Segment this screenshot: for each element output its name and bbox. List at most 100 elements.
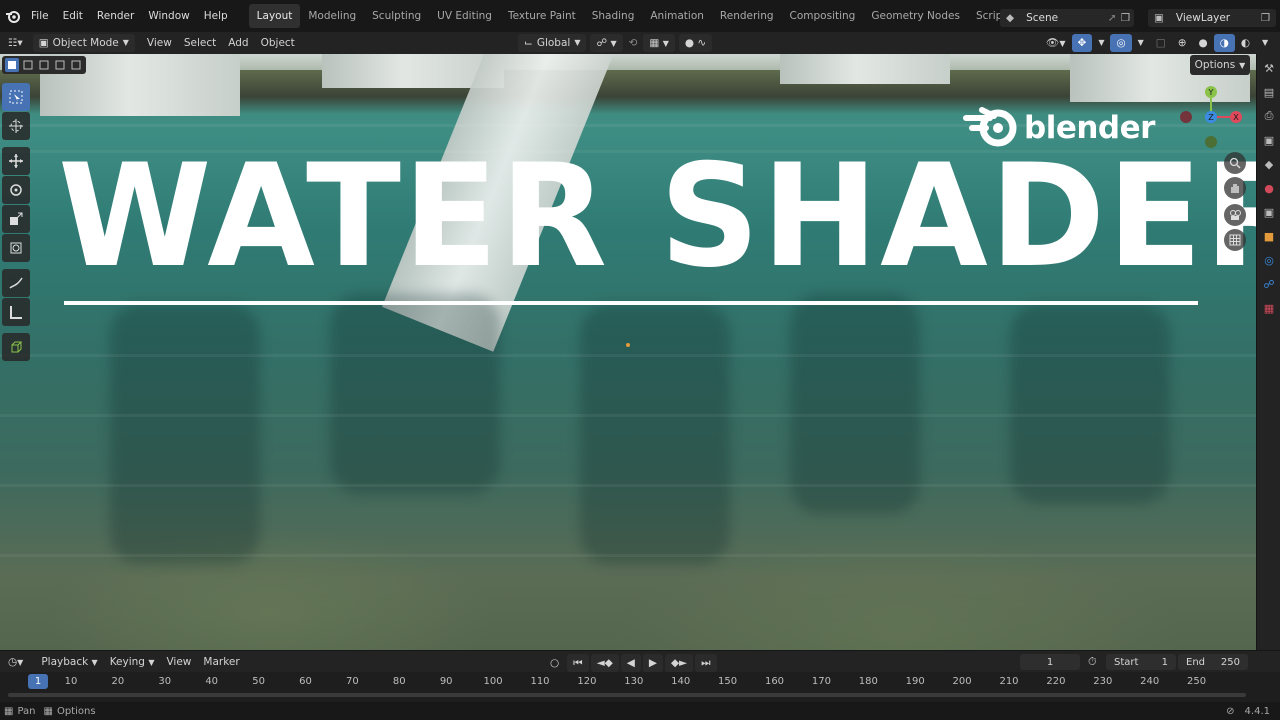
view-layer-selector[interactable]: ▣ ViewLayer ❐ <box>1148 9 1276 27</box>
new-scene-icon[interactable]: ❐ <box>1121 12 1130 24</box>
tab-shading[interactable]: Shading <box>584 4 643 28</box>
timeline-tick-label: 70 <box>346 676 359 687</box>
solid-shading-icon[interactable]: ● <box>1193 34 1214 52</box>
view-layer-icon: ▣ <box>1154 12 1164 24</box>
tab-sculpting[interactable]: Sculpting <box>364 4 429 28</box>
perspective-grid-icon[interactable] <box>1224 229 1246 251</box>
measure-icon[interactable] <box>2 298 30 326</box>
wireframe-shading-icon[interactable]: ⊕ <box>1172 34 1193 52</box>
visibility-icon[interactable]: 👁▼ <box>1040 34 1072 52</box>
select-extend-icon[interactable] <box>21 58 35 72</box>
end-value: 250 <box>1220 656 1240 668</box>
tool-props-icon[interactable]: ⚒ <box>1259 58 1279 78</box>
pivot-dropdown[interactable]: ☍ ▼ <box>590 34 623 52</box>
transform-icon[interactable] <box>2 234 30 262</box>
stopwatch-icon[interactable]: ⏱ <box>1088 655 1097 669</box>
scene-props-icon[interactable]: ◆ <box>1259 154 1279 174</box>
jump-start-icon[interactable]: ⏮ <box>567 654 589 672</box>
tab-animation[interactable]: Animation <box>642 4 712 28</box>
collection-props-icon[interactable]: ▣ <box>1259 202 1279 222</box>
add-cube-icon[interactable] <box>2 333 30 361</box>
constraint-props-icon[interactable]: ☍ <box>1259 274 1279 294</box>
menu-help[interactable]: Help <box>197 0 235 32</box>
output-props-icon[interactable]: ⎙ <box>1259 106 1279 126</box>
menu-render[interactable]: Render <box>90 0 141 32</box>
menu-file[interactable]: File <box>24 0 56 32</box>
tab-uv-editing[interactable]: UV Editing <box>429 4 500 28</box>
tab-geometry-nodes[interactable]: Geometry Nodes <box>863 4 968 28</box>
select-invert-icon[interactable] <box>53 58 67 72</box>
render-props-icon[interactable]: ▤ <box>1259 82 1279 102</box>
auto-key-icon[interactable]: ○ <box>544 654 565 672</box>
playhead[interactable]: 1 <box>28 674 48 689</box>
camera-view-icon[interactable] <box>1224 204 1246 226</box>
keying-menu[interactable]: Keying ▼ <box>104 653 161 671</box>
menu-window[interactable]: Window <box>141 0 196 32</box>
playback-menu[interactable]: Playback ▼ <box>35 653 103 671</box>
water-ripple <box>0 554 1256 557</box>
jump-keyframe-back-icon[interactable]: ◄◆ <box>590 654 619 672</box>
select-new-icon[interactable] <box>5 58 19 72</box>
mode-dropdown[interactable]: ▣ Object Mode ▼ <box>32 34 135 52</box>
timeline-editor-icon[interactable]: ◷▼ <box>2 653 29 671</box>
scene-selector[interactable]: ◆ Scene ➚ ❐ <box>1000 9 1134 27</box>
pin-icon[interactable]: ➚ <box>1108 12 1117 24</box>
play-icon[interactable]: ▶ <box>642 654 663 672</box>
editor-type-icon[interactable]: ☷▾ <box>2 34 29 52</box>
rendered-shading-icon[interactable]: ◐ <box>1235 34 1256 52</box>
object-props-icon[interactable]: ■ <box>1259 226 1279 246</box>
menu-edit[interactable]: Edit <box>56 0 90 32</box>
pan-hand-icon[interactable] <box>1224 177 1246 199</box>
gizmo-toggle-icon[interactable]: ✥ <box>1071 34 1093 52</box>
timeline-ruler[interactable]: 10 20 30 40 50 60 70 80 90 100 110 120 130 140 150 160 1… <box>0 672 1280 702</box>
view-layer-props-icon[interactable]: ▣ <box>1259 130 1279 150</box>
select-menu[interactable]: Select <box>178 34 222 52</box>
zoom-icon[interactable] <box>1224 152 1246 174</box>
3d-viewport[interactable]: WATER SHADER blender Y X Z <box>0 54 1256 650</box>
jump-keyframe-forward-icon[interactable]: ◆► <box>664 654 694 672</box>
blender-logo-icon[interactable] <box>2 5 24 27</box>
tab-rendering[interactable]: Rendering <box>712 4 782 28</box>
new-view-layer-icon[interactable]: ❐ <box>1261 12 1270 24</box>
overlay-toggle-icon[interactable]: ◎ <box>1110 34 1132 52</box>
snap-target-dropdown[interactable]: ▦ ▼ <box>643 34 675 52</box>
view-menu[interactable]: View <box>141 34 178 52</box>
jump-end-icon[interactable]: ⏭ <box>695 654 717 672</box>
xray-icon[interactable]: □ <box>1150 34 1172 52</box>
annotate-icon[interactable] <box>2 269 30 297</box>
current-frame-field[interactable]: 1 <box>1020 654 1080 670</box>
overlay-dropdown-icon[interactable]: ▼ <box>1132 34 1150 52</box>
scale-icon[interactable] <box>2 205 30 233</box>
move-icon[interactable] <box>2 147 30 175</box>
rotate-icon[interactable] <box>2 176 30 204</box>
marker-menu[interactable]: Marker <box>197 653 245 671</box>
navigation-gizmo[interactable]: Y X Z <box>1176 82 1246 152</box>
timeline-view-menu[interactable]: View <box>160 653 197 671</box>
select-intersect-icon[interactable] <box>69 58 83 72</box>
physics-props-icon[interactable]: ◎ <box>1259 250 1279 270</box>
start-frame-field[interactable]: Start 1 <box>1106 654 1176 670</box>
snap-icon[interactable]: ⟲ <box>623 34 644 52</box>
proportional-edit-icon[interactable]: ● ∿ <box>678 34 713 52</box>
orientation-dropdown[interactable]: ⌙ Global ▼ <box>518 34 587 52</box>
gizmo-dropdown-icon[interactable]: ▼ <box>1092 34 1110 52</box>
tab-compositing[interactable]: Compositing <box>782 4 864 28</box>
tab-texture-paint[interactable]: Texture Paint <box>500 4 584 28</box>
options-dropdown[interactable]: Options ▼ <box>1190 55 1250 75</box>
select-subtract-icon[interactable] <box>37 58 51 72</box>
tab-layout[interactable]: Layout <box>248 4 301 28</box>
world-props-icon[interactable]: ● <box>1259 178 1279 198</box>
pillar-reflection-4 <box>790 294 920 514</box>
play-reverse-icon[interactable]: ◀ <box>620 654 641 672</box>
shading-dropdown-icon[interactable]: ▼ <box>1256 34 1274 52</box>
material-shading-icon[interactable]: ◑ <box>1213 34 1235 52</box>
texture-props-icon[interactable]: ▦ <box>1259 298 1279 318</box>
object-menu[interactable]: Object <box>255 34 301 52</box>
cursor-icon[interactable] <box>2 112 30 140</box>
end-frame-field[interactable]: End 250 <box>1178 654 1248 670</box>
select-box-icon[interactable] <box>2 83 30 111</box>
tab-modeling[interactable]: Modeling <box>300 4 364 28</box>
add-menu[interactable]: Add <box>222 34 254 52</box>
timeline-scrollbar[interactable] <box>8 693 1246 697</box>
view-layer-name: ViewLayer <box>1175 12 1231 24</box>
